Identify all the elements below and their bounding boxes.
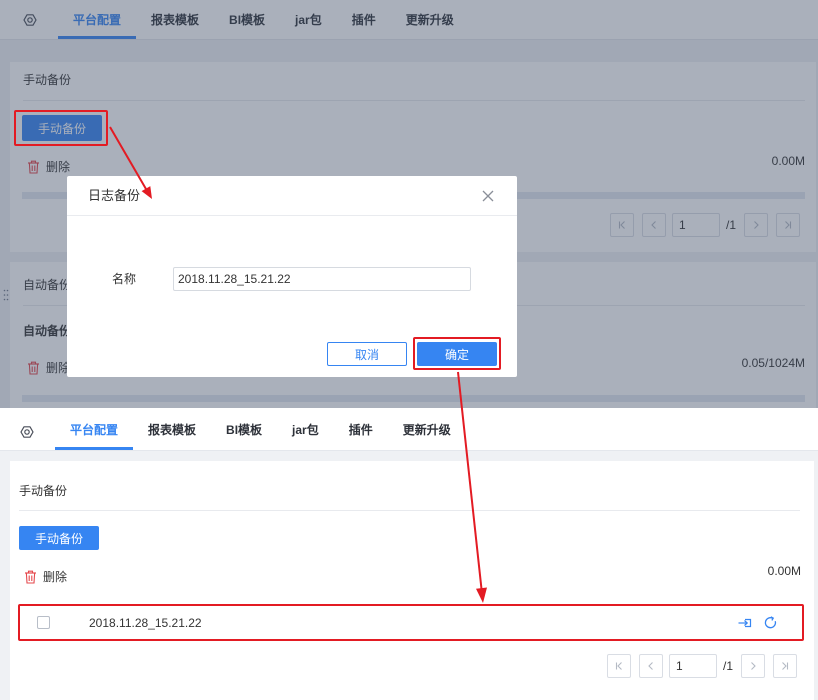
manual-backup-card: 手动备份 手动备份 删除 0.00M 2018.11.28_15.21.22 1… [10, 461, 814, 700]
last-page-icon [782, 662, 789, 670]
before-backup-panel: 平台配置 报表模板 BI模板 jar包 插件 更新升级 手动备份 手动备份 删除… [0, 0, 818, 408]
top-nav-bar: 平台配置 报表模板 BI模板 jar包 插件 更新升级 [0, 408, 818, 451]
tab-platform-config[interactable]: 平台配置 [55, 408, 134, 450]
last-page-button[interactable] [773, 654, 797, 678]
composite-screenshot: 平台配置 报表模板 BI模板 jar包 插件 更新升级 手动备份 手动备份 删除… [0, 0, 818, 700]
page-total: /1 [723, 659, 734, 673]
trash-icon [24, 570, 37, 584]
storage-used: 0.00M [767, 564, 801, 578]
section-title: 手动备份 [19, 484, 68, 498]
dialog-title: 日志备份 [88, 188, 141, 203]
after-backup-panel: 平台配置 报表模板 BI模板 jar包 插件 更新升级 手动备份 手动备份 删除… [0, 408, 818, 700]
tab-report-templates[interactable]: 报表模板 [133, 408, 211, 450]
confirm-button[interactable]: 确定 [417, 342, 497, 366]
dialog-header: 日志备份 [67, 176, 517, 216]
prev-page-icon [648, 662, 653, 670]
name-field-label: 名称 [112, 272, 137, 286]
next-page-icon [751, 662, 756, 670]
log-backup-dialog: 日志备份 名称 取消 确定 [67, 176, 517, 377]
tab-upgrade[interactable]: 更新升级 [388, 408, 466, 450]
tab-bi-templates[interactable]: BI模板 [211, 408, 277, 450]
delete-button[interactable]: 删除 [24, 570, 67, 584]
restore-icon[interactable] [738, 617, 753, 629]
backup-name-input[interactable] [173, 267, 471, 291]
tab-plugins[interactable]: 插件 [334, 408, 388, 450]
delete-label: 删除 [43, 570, 68, 584]
table-row[interactable]: 2018.11.28_15.21.22 [19, 606, 801, 640]
close-icon[interactable] [482, 190, 494, 202]
nav-tabs: 平台配置 报表模板 BI模板 jar包 插件 更新升级 [55, 408, 466, 450]
cancel-button[interactable]: 取消 [327, 342, 407, 366]
refresh-icon[interactable] [764, 616, 777, 629]
page-number-input[interactable] [669, 654, 717, 678]
tab-jar-packages[interactable]: jar包 [277, 408, 334, 450]
first-page-icon [615, 662, 622, 670]
gear-icon[interactable] [20, 425, 34, 439]
backup-name: 2018.11.28_15.21.22 [89, 616, 202, 630]
prev-page-button[interactable] [639, 654, 663, 678]
manual-backup-button[interactable]: 手动备份 [19, 526, 99, 550]
divider [19, 510, 800, 511]
row-checkbox[interactable] [37, 616, 50, 629]
next-page-button[interactable] [741, 654, 765, 678]
pagination: /1 [607, 654, 797, 678]
first-page-button[interactable] [607, 654, 631, 678]
